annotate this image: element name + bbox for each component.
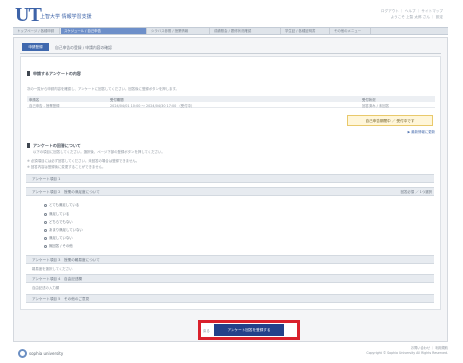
question1-header[interactable]: アンケート項目 1 bbox=[26, 174, 434, 183]
section2-description: 以下の項目に回答してください。選択後、ページ下部の登録ボタンを押してください。 bbox=[33, 150, 165, 154]
question2-label: アンケート項目 2 授業の満足度について bbox=[32, 190, 100, 194]
radio-icon[interactable] bbox=[44, 244, 47, 248]
section2-note-1: ※ 必須項目には必ず回答してください。未回答の場合は登録できません。 bbox=[27, 159, 140, 163]
table-cell-period: 2024/04/01 10:00 ～ 2024/04/30 17:00 （受付中… bbox=[110, 104, 195, 108]
table-cell-status: 回答済み / 未回答 bbox=[362, 104, 390, 108]
radio-icon[interactable] bbox=[44, 236, 47, 240]
nav-tab-top[interactable]: トップページ / 各種申請 bbox=[14, 28, 60, 34]
section2-marker bbox=[27, 143, 30, 148]
option-2[interactable]: 満足している bbox=[44, 211, 69, 216]
question2-required-note: 回答必須 ／ 1つ選択 bbox=[400, 190, 432, 194]
question3-label: アンケート項目 3 授業の難易度について bbox=[32, 258, 100, 262]
back-link[interactable]: 戻る bbox=[203, 328, 210, 333]
radio-icon[interactable] bbox=[44, 212, 47, 216]
header-links[interactable]: ログアウト ｜ ヘルプ ｜ サイトマップ ようこそ 上智 太郎 さん ｜ 設定 bbox=[381, 8, 443, 20]
section2-note-2: ※ 回答内容は登録後に変更することができません。 bbox=[27, 165, 106, 169]
university-name: 上智大学 情報学習支援 bbox=[40, 14, 92, 20]
nav-tab-other[interactable]: その他のメニュー bbox=[331, 28, 371, 34]
option-2-label: 満足している bbox=[49, 212, 70, 216]
option-6-label: 無回答 / その他 bbox=[49, 244, 73, 248]
header-user-line[interactable]: ようこそ 上智 太郎 さん ｜ 設定 bbox=[381, 14, 443, 20]
footer-brand: sophia university bbox=[29, 351, 64, 356]
option-6[interactable]: 無回答 / その他 bbox=[44, 243, 73, 248]
logo[interactable]: UT bbox=[15, 4, 42, 27]
title-divider bbox=[20, 53, 441, 54]
option-3-label: どちらでもない bbox=[49, 220, 73, 224]
radio-icon[interactable] bbox=[44, 228, 47, 232]
question2-header[interactable]: アンケート項目 2 授業の満足度について bbox=[26, 187, 434, 196]
option-5-label: 満足していない bbox=[49, 236, 73, 240]
radio-icon[interactable] bbox=[44, 220, 47, 224]
option-4-label: あまり満足していない bbox=[49, 228, 83, 232]
question1-label: アンケート項目 1 bbox=[32, 177, 61, 181]
nav-tab-syllabus[interactable]: シラバス参照 / 授業情報 bbox=[148, 28, 210, 34]
section1-description: 次の一覧から申請内容を確認し、アンケートに回答してください。回答後に登録ボタンを… bbox=[27, 87, 179, 91]
nav-tab-grades[interactable]: 成績照会 / 履修状況確認 bbox=[211, 28, 281, 34]
radio-icon[interactable] bbox=[44, 203, 47, 207]
submit-button[interactable]: アンケート回答を登録する bbox=[214, 324, 284, 336]
question5-label: アンケート項目 5 その他のご意見 bbox=[32, 297, 90, 301]
nav-tab-schedule[interactable]: スケジュール / 自己申告 bbox=[61, 28, 147, 34]
question4-header[interactable]: アンケート項目 4 自由記述欄 bbox=[26, 274, 434, 283]
option-1[interactable]: とても満足している bbox=[44, 202, 79, 207]
period-notice: 自己申告期間中 ／ 受付中です bbox=[347, 115, 433, 126]
footer-copyright: Copyright © Sophia University All Rights… bbox=[366, 351, 448, 355]
question4-subtext: 自由記述の入力欄 bbox=[32, 286, 60, 290]
question4-label: アンケート項目 4 自由記述欄 bbox=[32, 277, 83, 281]
subtab-apply[interactable]: 申請登録 bbox=[22, 43, 49, 51]
option-5[interactable]: 満足していない bbox=[44, 235, 73, 240]
question5-header[interactable]: アンケート項目 5 その他のご意見 bbox=[26, 294, 434, 303]
footer-links[interactable]: お問い合わせ ｜ 利用規約 Copyright © Sophia Univers… bbox=[366, 346, 448, 356]
section1-marker bbox=[27, 71, 30, 76]
question3-subtext: 難易度を選択してください bbox=[32, 267, 73, 271]
table-cell-name: 自己申告 - 授業登録 bbox=[29, 104, 60, 108]
reload-link[interactable]: ▶ 最新情報に更新 bbox=[408, 129, 435, 134]
footer-logo-icon bbox=[18, 349, 27, 358]
content-area bbox=[20, 56, 441, 310]
question3-header[interactable]: アンケート項目 3 授業の難易度について bbox=[26, 255, 434, 264]
section1-title: 申請するアンケートの内容 bbox=[33, 71, 81, 76]
option-1-label: とても満足している bbox=[49, 203, 80, 207]
page-title: 自己申告の登録 / 申請内容の確認 bbox=[55, 45, 112, 50]
nav-tab-certificates[interactable]: 学生証 / 各種証明書 bbox=[282, 28, 330, 34]
option-4[interactable]: あまり満足していない bbox=[44, 227, 83, 232]
option-3[interactable]: どちらでもない bbox=[44, 219, 73, 224]
